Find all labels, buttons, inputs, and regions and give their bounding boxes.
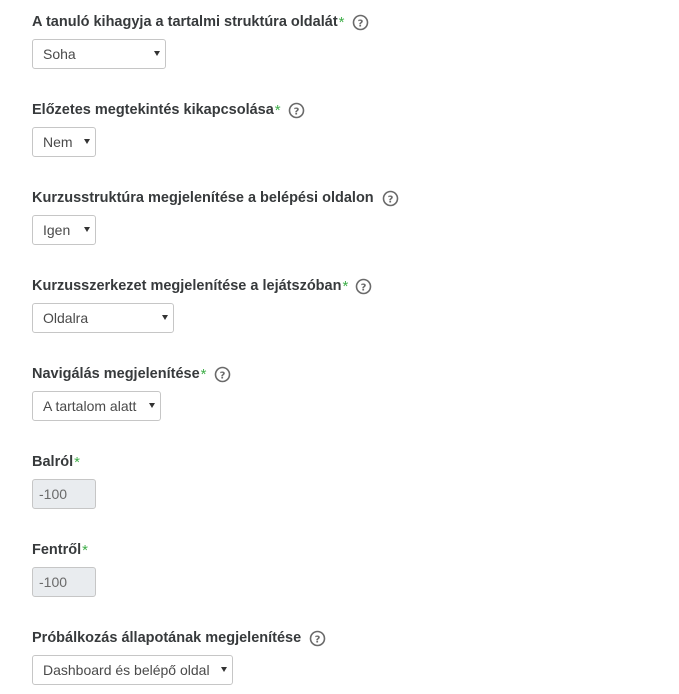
field-from-left: Balról * -100 xyxy=(32,452,96,509)
svg-text:?: ? xyxy=(315,634,321,645)
field-label: Navigálás megjelenítése xyxy=(32,366,200,382)
chevron-down-icon xyxy=(84,139,90,144)
required-marker: * xyxy=(342,277,349,295)
field-label: Előzetes megtekintés kikapcsolása xyxy=(32,102,274,118)
chevron-down-icon xyxy=(162,315,168,320)
field-label: Kurzusszerkezet megjelenítése a lejátszó… xyxy=(32,278,342,294)
field-skip-content-structure: A tanuló kihagyja a tartalmi struktúra o… xyxy=(32,12,369,69)
field-label: Balról xyxy=(32,454,74,470)
attempt-status-select[interactable]: Dashboard és belépő oldal xyxy=(32,655,233,685)
select-value: A tartalom alatt xyxy=(43,398,137,414)
select-value: Soha xyxy=(43,46,76,62)
help-icon[interactable]: ? xyxy=(214,366,231,383)
field-attempt-status: Próbálkozás állapotának megjelenítése ? … xyxy=(32,628,326,685)
field-label: Próbálkozás állapotának megjelenítése xyxy=(32,630,302,646)
from-top-input[interactable]: -100 xyxy=(32,567,96,597)
skip-structure-select[interactable]: Soha xyxy=(32,39,166,69)
disable-preview-select[interactable]: Nem xyxy=(32,127,96,157)
select-value: Dashboard és belépő oldal xyxy=(43,662,210,678)
input-value: -100 xyxy=(39,574,68,590)
field-disable-preview: Előzetes megtekintés kikapcsolása * ? Ne… xyxy=(32,100,305,157)
select-value: Oldalra xyxy=(43,310,89,326)
field-navigation-display: Navigálás megjelenítése * ? A tartalom a… xyxy=(32,364,231,421)
required-marker: * xyxy=(74,453,80,471)
from-left-input[interactable]: -100 xyxy=(32,479,96,509)
select-value: Nem xyxy=(43,134,73,150)
required-marker: * xyxy=(82,541,88,559)
select-value: Igen xyxy=(43,222,71,238)
chevron-down-icon xyxy=(154,51,160,56)
field-from-top: Fentről * -100 xyxy=(32,540,96,597)
input-value: -100 xyxy=(39,486,68,502)
field-label: A tanuló kihagyja a tartalmi struktúra o… xyxy=(32,14,338,30)
help-icon[interactable]: ? xyxy=(288,102,305,119)
help-icon[interactable]: ? xyxy=(352,14,369,31)
field-label: Fentről xyxy=(32,542,82,558)
required-marker: * xyxy=(338,13,345,31)
svg-text:?: ? xyxy=(387,194,393,205)
field-course-structure-entry: Kurzusstruktúra megjelenítése a belépési… xyxy=(32,188,399,245)
svg-text:?: ? xyxy=(293,106,299,117)
field-course-structure-player: Kurzusszerkezet megjelenítése a lejátszó… xyxy=(32,276,372,333)
chevron-down-icon xyxy=(221,667,227,672)
course-structure-player-select[interactable]: Oldalra xyxy=(32,303,174,333)
help-icon[interactable]: ? xyxy=(355,278,372,295)
chevron-down-icon xyxy=(84,227,90,232)
navigation-display-select[interactable]: A tartalom alatt xyxy=(32,391,161,421)
help-icon[interactable]: ? xyxy=(309,630,326,647)
svg-text:?: ? xyxy=(219,370,225,381)
chevron-down-icon xyxy=(149,403,155,408)
required-marker: * xyxy=(200,365,207,383)
svg-text:?: ? xyxy=(357,18,363,29)
course-structure-entry-select[interactable]: Igen xyxy=(32,215,96,245)
required-marker: * xyxy=(274,101,281,119)
svg-text:?: ? xyxy=(361,282,367,293)
field-label: Kurzusstruktúra megjelenítése a belépési… xyxy=(32,190,374,206)
help-icon[interactable]: ? xyxy=(382,190,399,207)
